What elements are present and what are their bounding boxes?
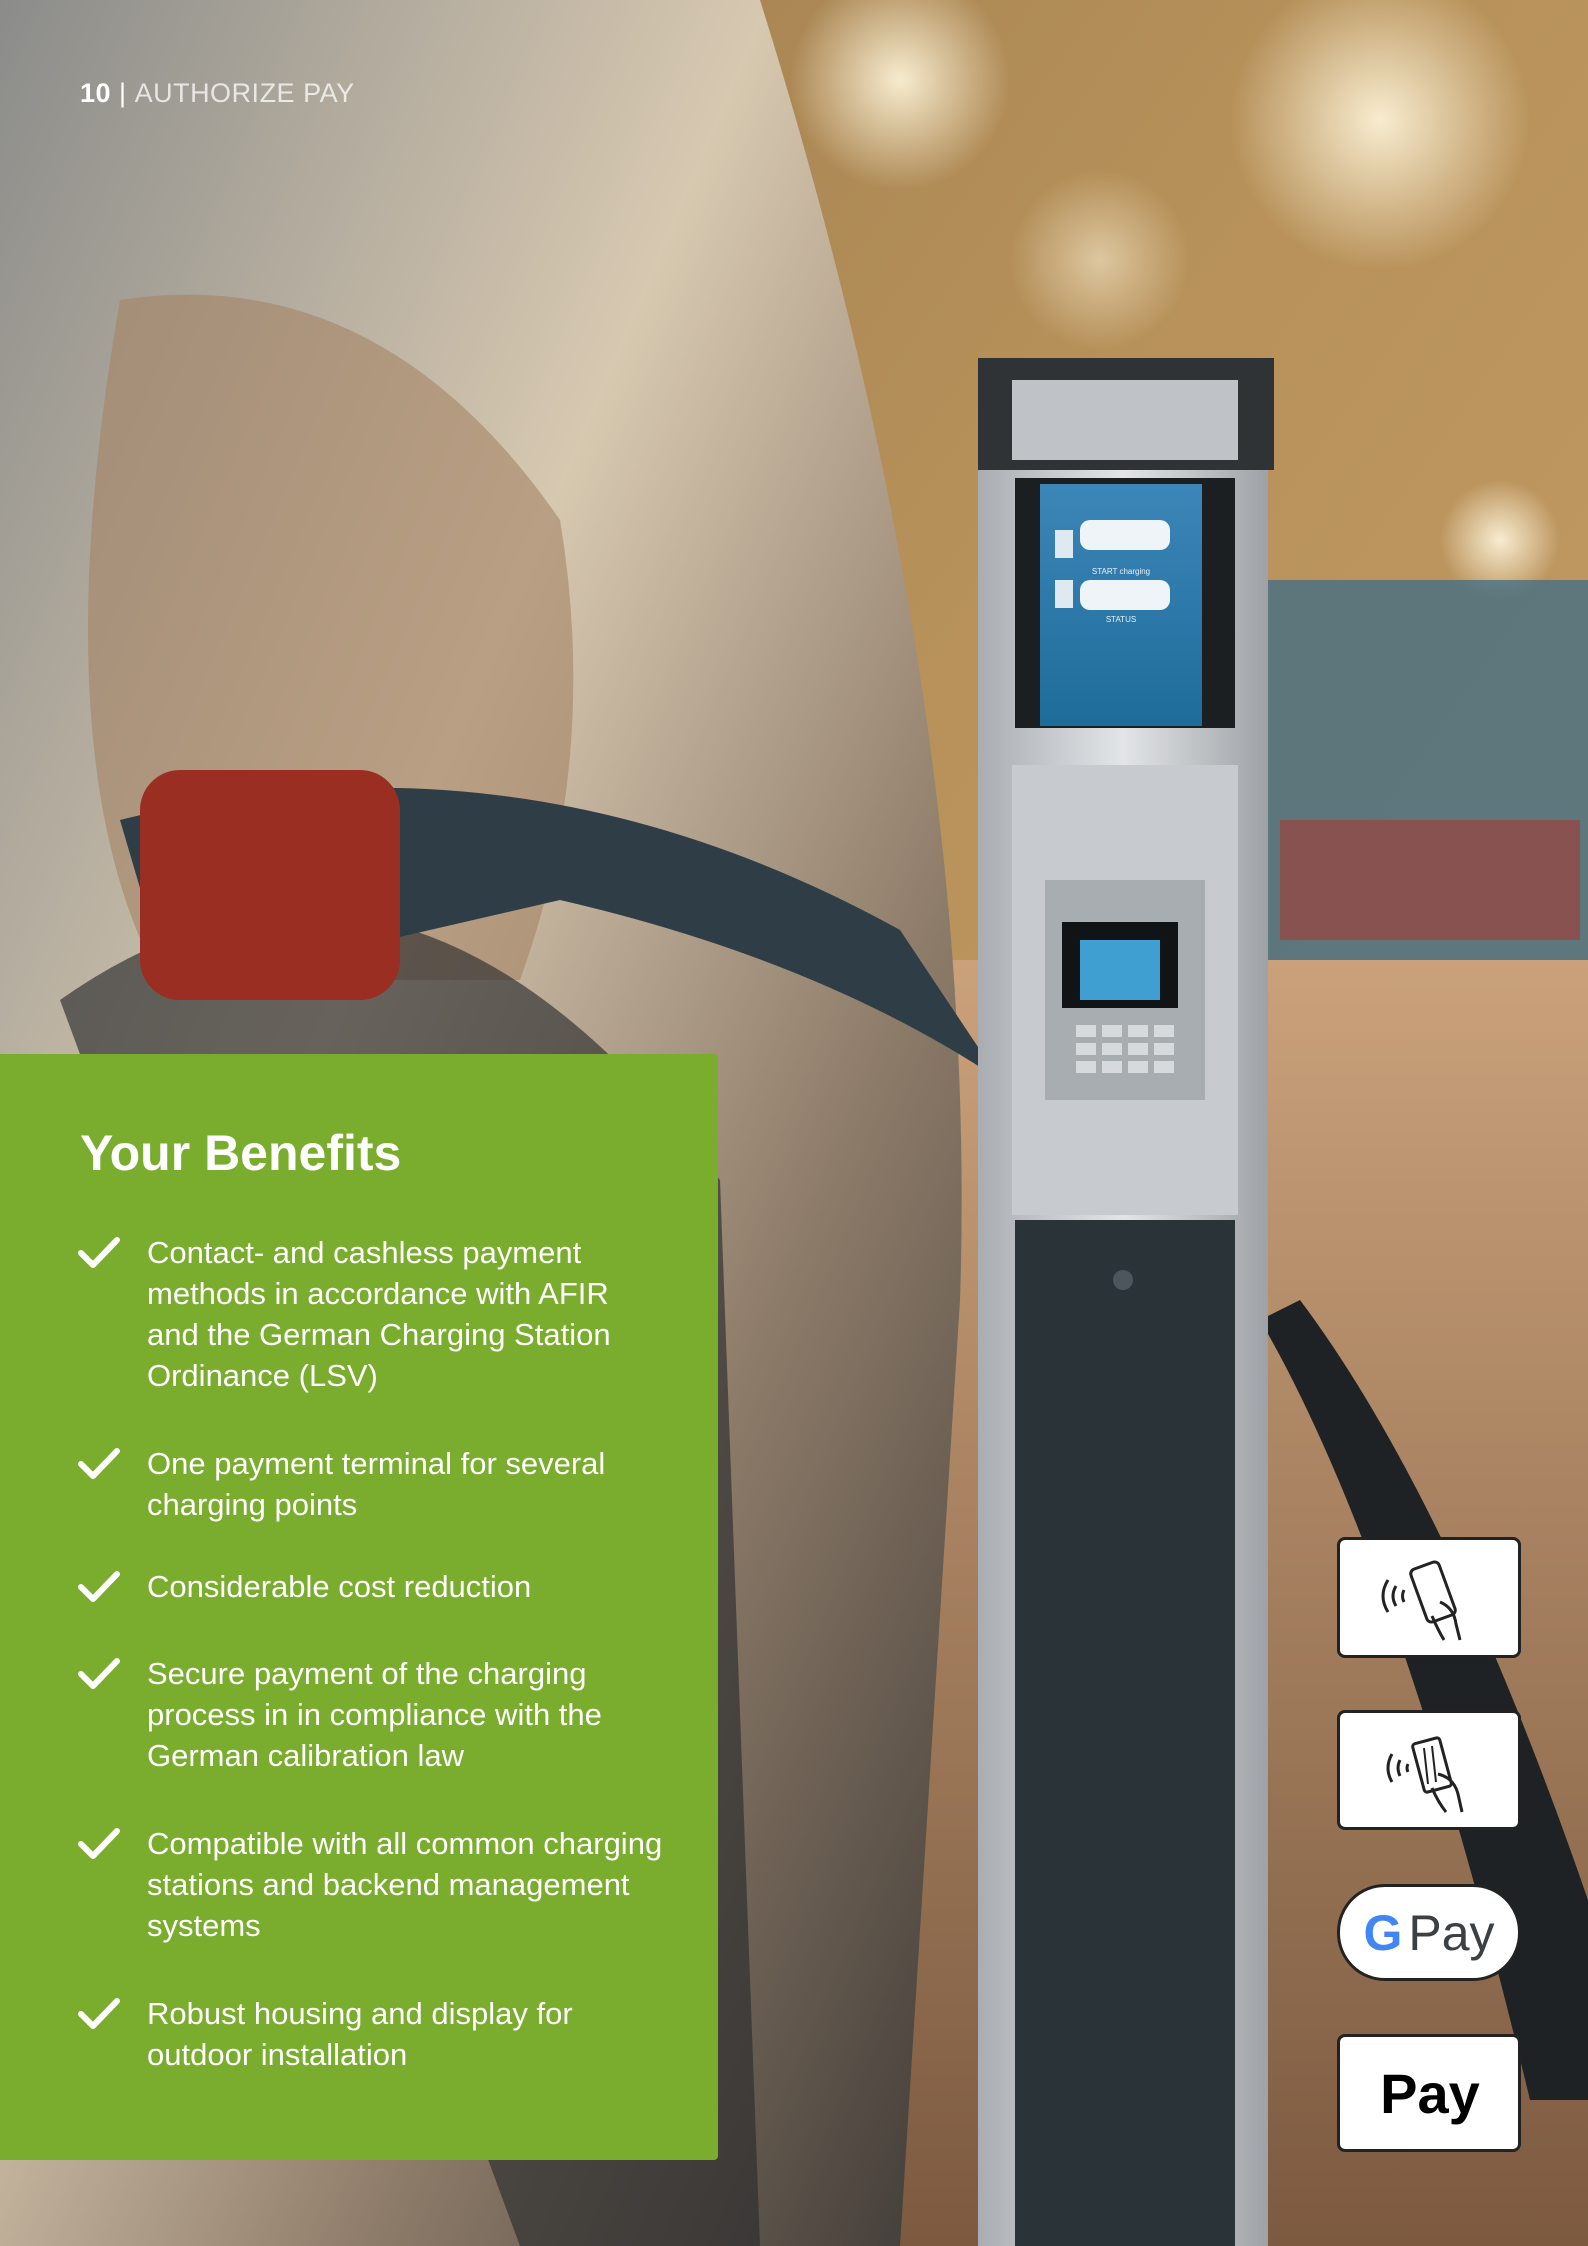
benefit-text: Considerable cost reduction [147, 1569, 532, 1604]
checkmark-icon [78, 1448, 120, 1479]
contactless-card-icon [1386, 1736, 1464, 1813]
checkmark-icon [78, 1998, 120, 2029]
screen-status-label: STATUS [1106, 615, 1136, 624]
benefit-text: Secure payment of the charging process i… [147, 1656, 602, 1773]
page-header: 10 | AUTHORIZE PAY [80, 78, 355, 109]
apple-pay-label: Pay [1380, 2061, 1480, 2125]
checkmark-icon [78, 1658, 120, 1689]
contactless-phone-badge [1337, 1537, 1521, 1658]
checkmark-icon [78, 1237, 120, 1268]
benefit-text: Compatible with all common charging stat… [147, 1826, 663, 1943]
header-separator: | [119, 78, 127, 108]
checkmark-icon [78, 1828, 120, 1859]
benefits-title: Your Benefits [80, 1125, 402, 1181]
benefit-text: Contact- and cashless payment methods in… [147, 1235, 611, 1393]
page-number: 10 [80, 78, 112, 108]
checkmark-icon [78, 1571, 120, 1602]
google-pay-label: Pay [1408, 1904, 1495, 1961]
contactless-phone-icon [1381, 1559, 1462, 1641]
section-title: AUTHORIZE PAY [134, 78, 355, 108]
google-pay-badge: G Pay [1337, 1884, 1521, 1981]
benefit-text: One payment terminal for several chargin… [147, 1446, 606, 1522]
google-g-icon: G [1363, 1904, 1403, 1961]
benefits-panel: Your Benefits Contact- and cashless paym… [0, 1054, 718, 2160]
screen-start-label: START charging [1092, 567, 1150, 576]
contactless-card-badge [1337, 1710, 1521, 1830]
benefit-text: Robust housing and display for outdoor i… [147, 1996, 573, 2072]
apple-pay-badge: Pay [1337, 2034, 1521, 2152]
